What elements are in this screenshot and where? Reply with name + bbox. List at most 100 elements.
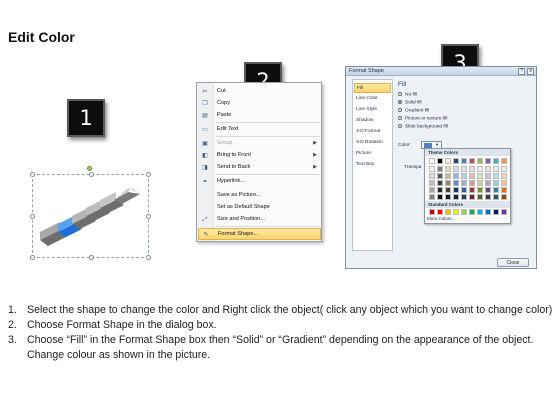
color-swatch[interactable] [461, 187, 467, 193]
resize-handle[interactable] [146, 255, 151, 260]
category-3-d-format[interactable]: 3-D Format [354, 127, 391, 137]
close-x-button[interactable]: x [527, 68, 534, 75]
radio-icon[interactable] [398, 108, 402, 112]
color-swatch[interactable] [477, 194, 483, 200]
color-swatch[interactable] [437, 180, 443, 186]
color-swatch[interactable] [477, 187, 483, 193]
category-text-box[interactable]: Text Box [354, 160, 391, 170]
color-swatch[interactable] [429, 209, 435, 215]
fill-option-gradient-fill[interactable]: Gradient fill [398, 108, 429, 115]
category-3-d-rotation[interactable]: 3-D Rotation [354, 138, 391, 148]
color-swatch[interactable] [445, 158, 451, 164]
color-swatch[interactable] [477, 180, 483, 186]
rotate-handle[interactable] [87, 166, 92, 171]
color-swatch[interactable] [445, 194, 451, 200]
resize-handle[interactable] [30, 255, 35, 260]
color-swatch[interactable] [501, 166, 507, 172]
radio-selected-icon[interactable] [398, 100, 402, 104]
color-swatch[interactable] [477, 158, 483, 164]
color-swatch[interactable] [429, 194, 435, 200]
color-swatch[interactable] [493, 158, 499, 164]
color-swatch[interactable] [453, 187, 459, 193]
color-swatch[interactable] [469, 173, 475, 179]
color-swatch[interactable] [477, 173, 483, 179]
color-swatch[interactable] [453, 180, 459, 186]
color-swatch[interactable] [501, 187, 507, 193]
close-button[interactable]: Close [497, 258, 529, 267]
color-swatch[interactable] [501, 173, 507, 179]
resize-handle[interactable] [89, 172, 94, 177]
radio-icon[interactable] [398, 92, 402, 96]
resize-handle[interactable] [89, 255, 94, 260]
color-swatch[interactable] [485, 166, 491, 172]
color-swatch[interactable] [485, 180, 491, 186]
color-swatch[interactable] [501, 180, 507, 186]
color-swatch[interactable] [453, 194, 459, 200]
radio-icon[interactable] [398, 124, 402, 128]
menu-item-bring-to-front[interactable]: ◧ Bring to Front ▶ [198, 150, 321, 162]
color-swatch[interactable] [429, 180, 435, 186]
color-swatch[interactable] [477, 209, 483, 215]
fill-option-no-fill[interactable]: No fill [398, 92, 417, 99]
color-swatch[interactable] [477, 166, 483, 172]
resize-handle[interactable] [30, 214, 35, 219]
color-swatch[interactable] [437, 166, 443, 172]
color-swatch[interactable] [485, 209, 491, 215]
color-swatch[interactable] [461, 158, 467, 164]
color-swatch[interactable] [501, 209, 507, 215]
color-swatch[interactable] [493, 173, 499, 179]
category-picture[interactable]: Picture [354, 149, 391, 159]
menu-item-set-as-default-shape[interactable]: Set as Default Shape [198, 202, 321, 214]
color-swatch[interactable] [445, 187, 451, 193]
menu-item-paste[interactable]: ▤ Paste [198, 110, 321, 122]
menu-item-group[interactable]: ▣ Group ▶ [198, 138, 321, 150]
color-swatch[interactable] [493, 166, 499, 172]
color-swatch[interactable] [469, 166, 475, 172]
menu-item-size-and-position[interactable]: ⤢ Size and Position... [198, 214, 321, 226]
menu-item-cut[interactable]: ✂ Cut [198, 86, 321, 98]
color-swatch[interactable] [437, 158, 443, 164]
menu-item-format-shape[interactable]: ✎ Format Shape... [198, 228, 321, 240]
resize-handle[interactable] [146, 172, 151, 177]
category-line-color[interactable]: Line Color [354, 94, 391, 104]
menu-item-hyperlink[interactable]: ⚭ Hyperlink... [198, 176, 321, 188]
color-swatch[interactable] [485, 187, 491, 193]
color-swatch[interactable] [501, 194, 507, 200]
color-swatch[interactable] [429, 187, 435, 193]
resize-handle[interactable] [30, 172, 35, 177]
color-swatch[interactable] [453, 166, 459, 172]
color-swatch[interactable] [429, 166, 435, 172]
color-swatch[interactable] [461, 166, 467, 172]
menu-item-copy[interactable]: ❐ Copy [198, 98, 321, 110]
color-swatch[interactable] [429, 173, 435, 179]
color-swatch[interactable] [437, 209, 443, 215]
color-swatch[interactable] [469, 209, 475, 215]
category-fill[interactable]: Fill [354, 83, 391, 93]
color-swatch[interactable] [493, 209, 499, 215]
fill-option-picture-or-texture-fill[interactable]: Picture or texture fill [398, 116, 447, 123]
color-swatch[interactable] [453, 209, 459, 215]
menu-item-send-to-back[interactable]: ◨ Send to Back ▶ [198, 162, 321, 174]
color-swatch[interactable] [469, 187, 475, 193]
color-swatch[interactable] [485, 173, 491, 179]
category-line-style[interactable]: Line Style [354, 105, 391, 115]
radio-icon[interactable] [398, 116, 402, 120]
color-swatch[interactable] [437, 194, 443, 200]
help-button[interactable]: ? [518, 68, 525, 75]
color-swatch[interactable] [461, 209, 467, 215]
color-swatch[interactable] [461, 194, 467, 200]
color-swatch[interactable] [469, 180, 475, 186]
menu-item-save-as-picture[interactable]: Save as Picture... [198, 190, 321, 202]
color-swatch[interactable] [445, 209, 451, 215]
color-swatch[interactable] [461, 180, 467, 186]
resize-handle[interactable] [146, 214, 151, 219]
color-swatch[interactable] [429, 158, 435, 164]
color-swatch[interactable] [453, 173, 459, 179]
color-swatch[interactable] [453, 158, 459, 164]
color-swatch[interactable] [445, 166, 451, 172]
color-swatch[interactable] [469, 194, 475, 200]
color-swatch[interactable] [469, 158, 475, 164]
color-swatch[interactable] [461, 173, 467, 179]
color-swatch[interactable] [493, 194, 499, 200]
stair-arrows-shape[interactable] [36, 188, 146, 254]
